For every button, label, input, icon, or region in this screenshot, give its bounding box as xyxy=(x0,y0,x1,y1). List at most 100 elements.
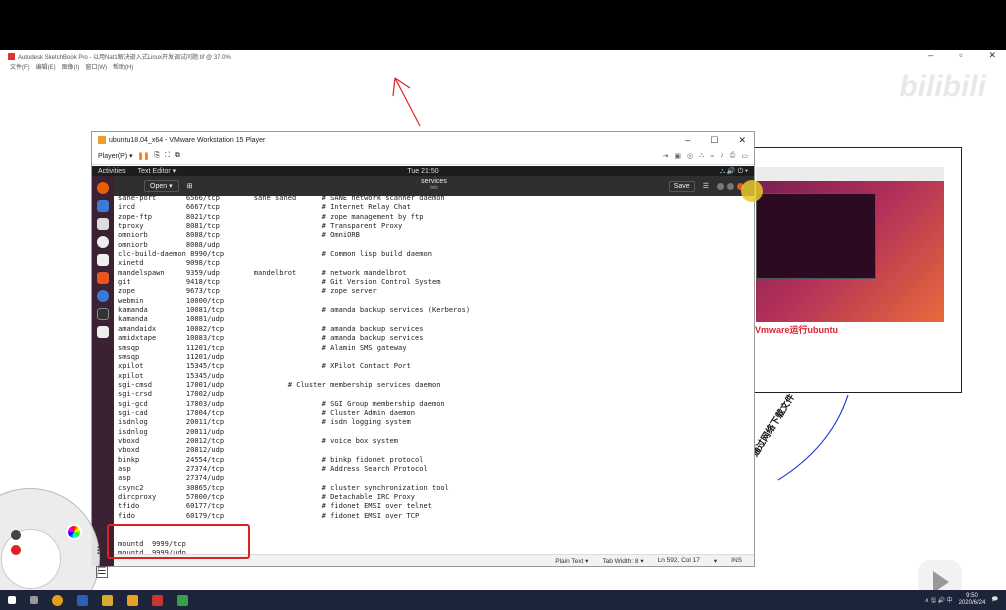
rhythmbox-icon[interactable] xyxy=(97,236,109,248)
editor-line[interactable]: webmin 10000/tcp xyxy=(118,296,754,305)
vmware-maximize-button[interactable]: ☐ xyxy=(710,135,718,146)
editor-line[interactable]: amandaidx 10082/tcp # amanda backup serv… xyxy=(118,324,754,333)
editor-line[interactable]: isdnlog 20011/udp xyxy=(118,427,754,436)
topbar-clock[interactable]: Tue 21:50 xyxy=(92,168,754,175)
vmware-minimize-button[interactable]: – xyxy=(685,135,690,146)
editor-headerbar: Open ▾ ⊞ services /etc Save ☰ xyxy=(114,176,754,196)
menu-file[interactable]: 文件(F) xyxy=(10,62,30,72)
editor-line[interactable]: dircproxy 57000/tcp # Detachable IRC Pro… xyxy=(118,492,754,501)
word-icon[interactable] xyxy=(77,594,88,606)
system-tray: ∧ 🖫 🔊 中 9:50 2020/6/24 🗩 xyxy=(925,593,1006,607)
pointer-highlight xyxy=(741,180,763,202)
editor-line[interactable]: tproxy 8081/tcp # Transparent Proxy xyxy=(118,221,754,230)
brush-icon[interactable] xyxy=(11,530,21,540)
editor-line[interactable]: omniorb 8088/tcp # OmniORB xyxy=(118,230,754,239)
editor-line[interactable]: kamanda 10081/udp xyxy=(118,314,754,323)
editor-line[interactable]: asp 27374/udp xyxy=(118,473,754,482)
fullscreen-icon[interactable]: ⛶ xyxy=(165,152,170,160)
menu-help[interactable]: 帮助(H) xyxy=(113,62,133,72)
editor-line[interactable]: amidxtape 10083/tcp # amanda backup serv… xyxy=(118,333,754,342)
editor-line[interactable]: fido 60179/tcp # fidonet EMSI over TCP xyxy=(118,511,754,520)
editor-line[interactable]: xinetd 9098/tcp xyxy=(118,258,754,267)
sketchbook-taskbar-icon[interactable] xyxy=(152,594,163,606)
editor-line[interactable]: sgi-crsd 17002/udp xyxy=(118,389,754,398)
editor-line[interactable]: git 9418/tcp # Git Version Control Syste… xyxy=(118,277,754,286)
editor-line[interactable]: sgi-gcd 17003/udp # SGI Group membership… xyxy=(118,399,754,408)
editor-line[interactable]: xpilot 15345/udp xyxy=(118,371,754,380)
menu-edit[interactable]: 编辑(E) xyxy=(36,62,56,72)
ubuntu-guest-screen[interactable]: Activities Text Editor ▾ Tue 21:50 ⛬ 🔊 ⏻… xyxy=(92,166,754,566)
editor-line[interactable]: smsqp 11201/tcp # Alamin SMS gateway xyxy=(118,343,754,352)
editor-line[interactable]: vboxd 20012/udp xyxy=(118,445,754,454)
sound-icon[interactable]: ♪ xyxy=(720,152,724,160)
layer-icon[interactable]: ☰ xyxy=(96,566,108,578)
file-explorer-icon[interactable] xyxy=(102,594,113,606)
notepad-icon[interactable] xyxy=(177,594,188,606)
grid-icon[interactable]: ⠿ xyxy=(96,545,104,558)
software-icon[interactable] xyxy=(97,272,109,284)
editor-line[interactable]: clc-build-daemon 8990/tcp # Common lisp … xyxy=(118,249,754,258)
files-icon[interactable] xyxy=(97,218,109,230)
printer-icon[interactable]: ⎙ xyxy=(730,152,736,160)
editor-line[interactable]: kamanda 10081/tcp # amanda backup servic… xyxy=(118,305,754,314)
editor-line[interactable]: binkp 24554/tcp # binkp fidonet protocol xyxy=(118,455,754,464)
record-icon[interactable] xyxy=(11,545,21,555)
syntax-selector[interactable]: Plain Text ▾ xyxy=(555,557,588,565)
text-editor-icon[interactable] xyxy=(97,326,109,338)
editor-line[interactable]: smsqp 11201/udp xyxy=(118,352,754,361)
start-icon[interactable] xyxy=(8,596,16,604)
thunderbird-icon[interactable] xyxy=(97,200,109,212)
editor-line[interactable]: zope-ftp 8021/tcp # zope management by f… xyxy=(118,212,754,221)
editor-line[interactable]: mandelspawn 9359/udp mandelbrot # networ… xyxy=(118,268,754,277)
cd-icon[interactable]: ◎ xyxy=(687,152,693,160)
position-dropdown[interactable]: ▾ xyxy=(714,557,717,565)
editor-line[interactable]: asp 27374/tcp # Address Search Protocol xyxy=(118,464,754,473)
editor-lines[interactable]: sane-port 6566/tcp sane saned # SANE net… xyxy=(114,196,754,554)
network-icon[interactable]: ⛬ xyxy=(699,152,704,160)
editor-line[interactable]: ircd 6667/tcp # Internet Relay Chat xyxy=(118,202,754,211)
sketchbook-titlebar: Autodesk SketchBook Pro - 以用Nat1解决嵌入式Lin… xyxy=(0,50,1006,62)
maximize-button[interactable]: ▫ xyxy=(959,50,962,61)
ubuntu-dock xyxy=(92,176,114,566)
editor-line[interactable]: isdnlog 20011/tcp # isdn logging system xyxy=(118,417,754,426)
unity-icon[interactable]: ⧉ xyxy=(175,152,180,160)
menu-window[interactable]: 窗口(W) xyxy=(85,62,107,72)
display-icon[interactable]: ▭ xyxy=(741,152,748,160)
color-picker-icon[interactable] xyxy=(66,524,82,540)
cursor-position[interactable]: Ln 592, Col 17 xyxy=(658,557,700,564)
editor-line[interactable]: sgi-cad 17004/tcp # Cluster Admin daemon xyxy=(118,408,754,417)
usb-icon[interactable]: ⌁ xyxy=(710,152,714,160)
player-menu[interactable]: Player(P) ▾ xyxy=(98,152,133,160)
minimize-button[interactable]: – xyxy=(928,50,933,61)
filename: services xyxy=(421,178,447,185)
editor-line[interactable]: sgi-cmsd 17001/udp # Cluster membership … xyxy=(118,380,754,389)
filepath: /etc xyxy=(429,185,439,191)
text-editor-area[interactable]: sane-port 6566/tcp sane saned # SANE net… xyxy=(114,196,754,554)
vmware-taskbar-icon[interactable] xyxy=(127,594,138,606)
terminal-icon[interactable] xyxy=(97,308,109,320)
help-icon[interactable] xyxy=(97,290,109,302)
taskbar-clock[interactable]: 9:50 2020/6/24 xyxy=(959,593,986,607)
editor-line[interactable]: vboxd 20012/tcp # voice box system xyxy=(118,436,754,445)
close-button[interactable]: ✕ xyxy=(988,50,996,61)
task-view-icon[interactable] xyxy=(30,596,38,604)
pause-icon[interactable]: ❚❚ xyxy=(138,152,150,160)
writer-icon[interactable] xyxy=(97,254,109,266)
vmware-close-button[interactable]: ✕ xyxy=(738,135,746,146)
editor-line[interactable]: csync2 30865/tcp # cluster synchronizati… xyxy=(118,483,754,492)
editor-line[interactable]: zope 9673/tcp # zope server xyxy=(118,286,754,295)
vmware-title: ubuntu18.04_x64 - VMware Workstation 15 … xyxy=(109,136,266,144)
editor-line[interactable]: xpilot 15345/tcp # XPilot Contact Port xyxy=(118,361,754,370)
chrome-icon[interactable] xyxy=(52,594,63,606)
firefox-icon[interactable] xyxy=(97,182,109,194)
editor-line[interactable]: omniorb 8088/udp xyxy=(118,240,754,249)
tab-width-selector[interactable]: Tab Width: 8 ▾ xyxy=(602,557,643,565)
disk-icon[interactable]: ▣ xyxy=(674,152,681,160)
editor-line[interactable]: tfido 60177/tcp # fidonet EMSI over teln… xyxy=(118,501,754,510)
terminal-preview xyxy=(756,193,876,279)
tray-icons[interactable]: ∧ 🖫 🔊 中 xyxy=(925,595,953,606)
menu-image[interactable]: 图像(I) xyxy=(62,62,80,72)
notification-icon[interactable]: 🗩 xyxy=(991,595,998,605)
send-keys-icon[interactable]: ⎘ xyxy=(154,152,160,160)
device-icon[interactable]: ⇥ xyxy=(663,152,669,160)
